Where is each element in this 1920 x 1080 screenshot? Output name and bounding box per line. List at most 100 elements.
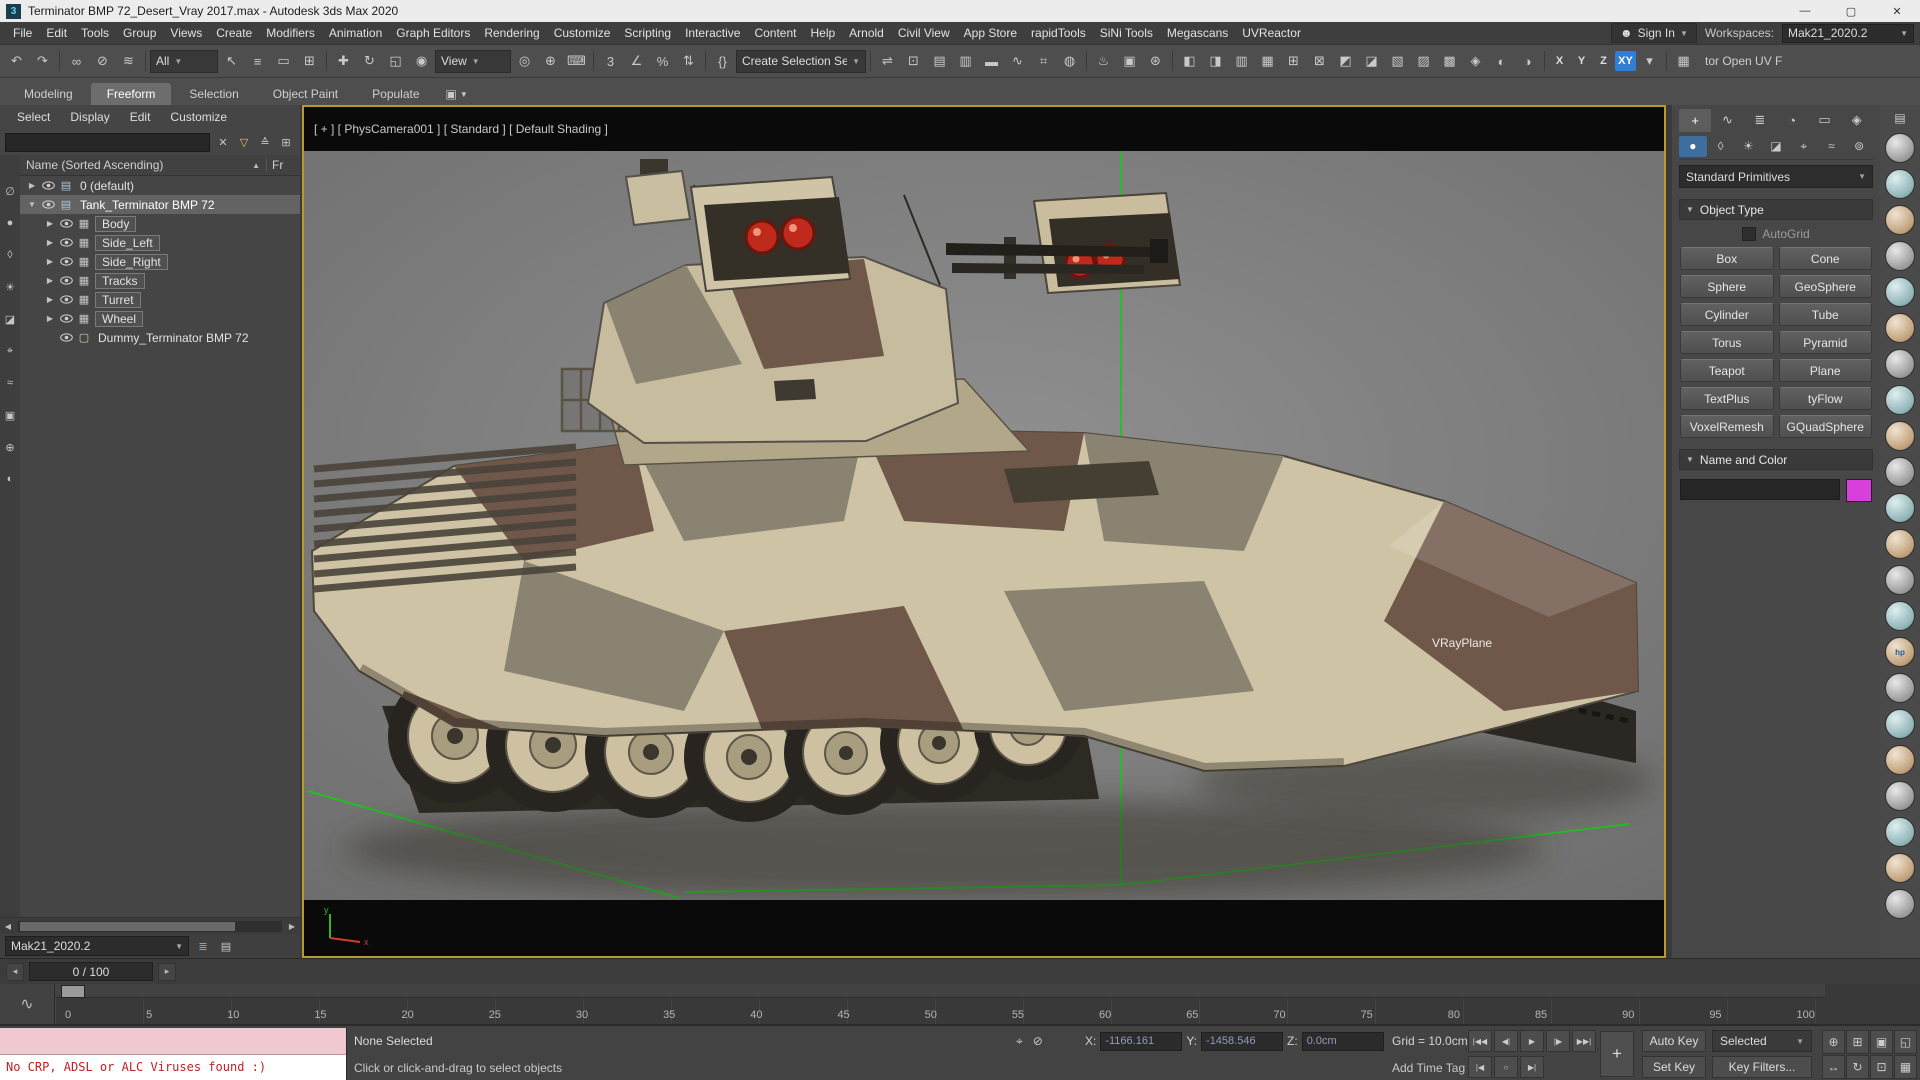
toolbar-plugin-icon-5[interactable]: ⊞ [1281, 49, 1306, 73]
select-object-icon[interactable]: ↖ [219, 49, 244, 73]
visibility-eye-icon[interactable] [60, 219, 73, 228]
tree-row-side-right[interactable]: ▶▦Side_Right [20, 252, 300, 271]
select-and-rotate-icon[interactable]: ↻ [357, 49, 382, 73]
name-and-color-rollout[interactable]: ▼ Name and Color [1679, 449, 1873, 470]
mirror-icon[interactable]: ⇌ [875, 49, 900, 73]
visibility-eye-icon[interactable] [60, 257, 73, 266]
select-and-move-icon[interactable]: ✚ [331, 49, 356, 73]
use-pivot-point-icon[interactable]: ◎ [512, 49, 537, 73]
bind-to-space-warp-icon[interactable]: ≋ [116, 49, 141, 73]
menu-item-modifiers[interactable]: Modifiers [259, 24, 322, 42]
visibility-eye-icon[interactable] [42, 181, 55, 190]
viewport-canvas[interactable]: VRayPlane [304, 151, 1664, 900]
tree-row-tracks[interactable]: ▶▦Tracks [20, 271, 300, 290]
display-cameras-icon[interactable]: ◪ [2, 311, 18, 327]
tree-row-tank-terminator-bmp-72[interactable]: ▼▤Tank_Terminator BMP 72 [20, 195, 300, 214]
axis-z-button[interactable]: Z [1593, 51, 1614, 71]
filter-funnel-icon[interactable]: ▽ [235, 133, 253, 151]
ribbon-tab-modeling[interactable]: Modeling [8, 83, 89, 105]
display-xrefs-icon[interactable]: ⊕ [2, 439, 18, 455]
time-slider-handle[interactable] [61, 985, 85, 998]
key-filters-button[interactable]: Key Filters... [1712, 1056, 1812, 1078]
viewport-layout-icon[interactable]: ▦ [1894, 1055, 1917, 1079]
plugin-tool-icon-22[interactable] [1885, 889, 1915, 919]
reference-coordinate-dropdown[interactable]: View▼ [435, 50, 511, 73]
toolbar-plugin-icon-4[interactable]: ▦ [1255, 49, 1280, 73]
select-by-name-icon[interactable]: ≡ [245, 49, 270, 73]
percent-snap-icon[interactable]: % [650, 49, 675, 73]
menu-item-create[interactable]: Create [209, 24, 259, 42]
rectangular-selection-region-icon[interactable]: ▭ [271, 49, 296, 73]
primitive-button-torus[interactable]: Torus [1680, 331, 1774, 354]
key-mode-dropdown[interactable]: Selected ▼ [1712, 1030, 1812, 1052]
primitive-category-dropdown[interactable]: Standard Primitives ▼ [1679, 165, 1873, 188]
primitive-button-cone[interactable]: Cone [1779, 247, 1873, 270]
ribbon-tab-selection[interactable]: Selection [173, 83, 254, 105]
visibility-eye-icon[interactable] [60, 295, 73, 304]
plugin-tool-icon-5[interactable] [1885, 277, 1915, 307]
primitive-button-tube[interactable]: Tube [1779, 303, 1873, 326]
tree-row-turret[interactable]: ▶▦Turret [20, 290, 300, 309]
add-time-tag[interactable]: Add Time Tag [1392, 1055, 1465, 1080]
expander-icon[interactable]: ▶ [44, 238, 56, 247]
display-groups-icon[interactable]: ▣ [2, 407, 18, 423]
scrollbar-thumb[interactable] [20, 922, 235, 931]
explorer-list-mode-icon[interactable]: ≣ [194, 937, 212, 955]
key-mode-toggle[interactable]: ○ [1494, 1056, 1518, 1078]
explorer-menu-select[interactable]: Select [8, 108, 59, 126]
primitive-button-tyflow[interactable]: tyFlow [1779, 387, 1873, 410]
expander-icon[interactable]: ▶ [44, 219, 56, 228]
search-input[interactable] [5, 133, 210, 152]
viewport-layout-tabs-icon[interactable]: ▤ [1891, 109, 1909, 127]
expander-icon[interactable]: ▶ [44, 276, 56, 285]
visibility-eye-icon[interactable] [60, 333, 73, 342]
toolbar-plugin-icon-14[interactable]: ◑ [1515, 49, 1540, 73]
snaps-toggle-icon[interactable]: 3 [598, 49, 623, 73]
x-coordinate-field[interactable]: -1166.161 [1100, 1032, 1182, 1051]
selection-filter-dropdown[interactable]: All▼ [150, 50, 218, 73]
lights-category-icon[interactable]: ☀ [1734, 136, 1762, 157]
sign-in-button[interactable]: ☻ Sign In ▼ [1611, 23, 1697, 43]
object-color-swatch[interactable] [1846, 479, 1872, 502]
tree-header[interactable]: Name (Sorted Ascending) ▲ Fr [20, 155, 300, 176]
axis-y-button[interactable]: Y [1571, 51, 1592, 71]
menu-item-sini-tools[interactable]: SiNi Tools [1093, 24, 1160, 42]
axis-xy-button[interactable]: XY [1615, 51, 1636, 71]
set-key-button[interactable]: Set Key [1642, 1056, 1706, 1078]
orbit-icon[interactable]: ↻ [1846, 1055, 1869, 1079]
toolbar-plugin-icon-8[interactable]: ◪ [1359, 49, 1384, 73]
plugin-tool-icon-4[interactable] [1885, 241, 1915, 271]
toolbar-plugin-icon-12[interactable]: ◈ [1463, 49, 1488, 73]
axis-plane-flyout-icon[interactable]: ▾ [1637, 49, 1662, 73]
plugin-tool-icon-12[interactable] [1885, 529, 1915, 559]
plugin-tool-icon-3[interactable] [1885, 205, 1915, 235]
menu-item-customize[interactable]: Customize [547, 24, 618, 42]
viewport[interactable]: [ + ] [ PhysCamera001 ] [ Standard ] [ D… [302, 105, 1666, 958]
menu-item-civil-view[interactable]: Civil View [891, 24, 957, 42]
expander-icon[interactable]: ▼ [26, 200, 38, 209]
window-crossing-icon[interactable]: ⊞ [297, 49, 322, 73]
object-name-input[interactable] [1680, 479, 1840, 500]
zoom-all-icon[interactable]: ⊞ [1846, 1030, 1869, 1054]
visibility-eye-icon[interactable] [60, 238, 73, 247]
display-geometry-icon[interactable]: ● [2, 215, 18, 231]
render-production-icon[interactable]: ⊛ [1143, 49, 1168, 73]
display-shapes-icon[interactable]: ◊ [2, 247, 18, 263]
menu-item-file[interactable]: File [6, 24, 39, 42]
frame-indicator[interactable]: 0 / 100 [29, 962, 153, 981]
tree-row-dummy-terminator-bmp-72[interactable]: ▢Dummy_Terminator BMP 72 [20, 328, 300, 347]
plugin-tool-icon-6[interactable] [1885, 313, 1915, 343]
tree-row-body[interactable]: ▶▦Body [20, 214, 300, 233]
explorer-workspace-dropdown[interactable]: Mak21_2020.2 ▼ [5, 936, 189, 956]
menu-item-graph-editors[interactable]: Graph Editors [389, 24, 477, 42]
utilities-tab-icon[interactable]: ◈ [1841, 109, 1873, 132]
minimize-button[interactable]: — [1782, 0, 1828, 22]
z-coordinate-field[interactable]: 0.0cm [1302, 1032, 1384, 1051]
menu-item-animation[interactable]: Animation [322, 24, 389, 42]
primitive-button-geosphere[interactable]: GeoSphere [1779, 275, 1873, 298]
pan-icon[interactable]: ↔ [1822, 1055, 1845, 1079]
scene-explorer-toggle-icon[interactable]: ▥ [953, 49, 978, 73]
primitive-button-teapot[interactable]: Teapot [1680, 359, 1774, 382]
primitive-button-cylinder[interactable]: Cylinder [1680, 303, 1774, 326]
explorer-layer-mode-icon[interactable]: ▤ [217, 937, 235, 955]
